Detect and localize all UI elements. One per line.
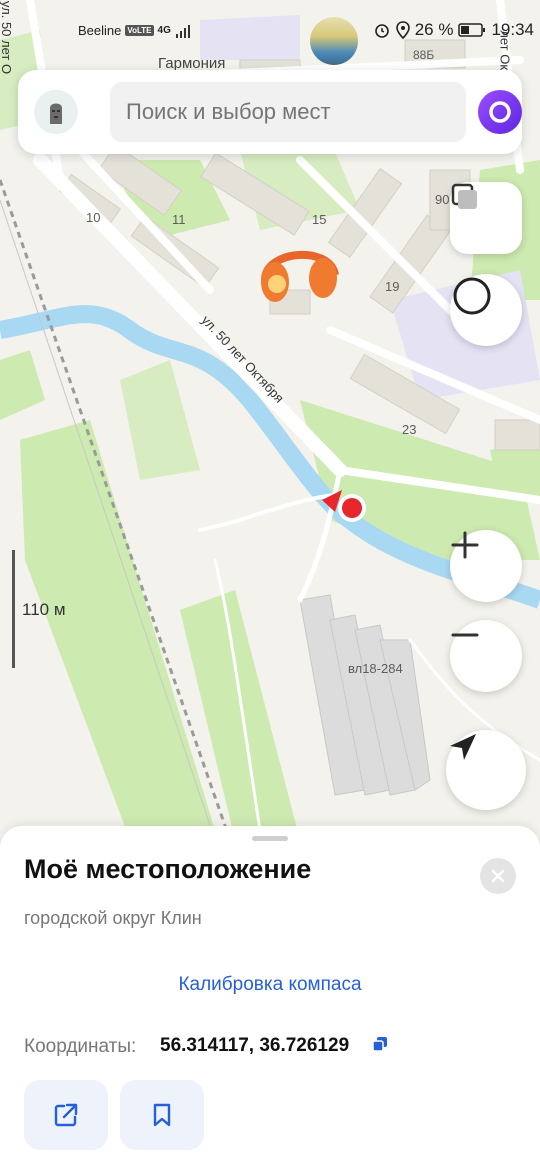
copy-icon xyxy=(372,1037,387,1052)
sheet-title: Моё местоположение xyxy=(24,854,312,884)
map-label-house-90: 90 xyxy=(435,192,450,207)
scale-bar xyxy=(12,550,15,668)
location-pin-icon xyxy=(395,21,410,39)
minus-icon xyxy=(451,633,479,637)
search-bar xyxy=(18,70,522,154)
alice-ring-icon xyxy=(453,277,491,315)
layers-icon xyxy=(451,183,477,209)
profile-avatar[interactable] xyxy=(34,90,78,134)
bookmark-icon xyxy=(153,1103,171,1127)
sheet-drag-handle[interactable] xyxy=(252,836,288,841)
scale-label: 110 м xyxy=(22,600,66,619)
location-sheet: Моё местоположение городской округ Клин … xyxy=(0,826,540,1170)
share-button[interactable] xyxy=(24,1080,108,1150)
bookmark-button[interactable] xyxy=(120,1080,204,1150)
carrier-label: Beeline xyxy=(78,23,122,38)
compass-calibration-link[interactable]: Калибровка компаса xyxy=(0,974,540,996)
alarm-icon xyxy=(374,24,389,38)
map-label-house-11: 11 xyxy=(172,212,186,227)
alice-icon xyxy=(489,101,511,123)
map-label-house-19: 19 xyxy=(385,279,400,294)
copy-button[interactable] xyxy=(372,1036,388,1057)
battery-percent: 26 % xyxy=(414,20,454,39)
battery-icon xyxy=(458,23,486,37)
signal-icon xyxy=(175,24,190,38)
network-type: 4G xyxy=(157,25,171,36)
coords-label: Координаты: xyxy=(24,1036,137,1057)
alice-button[interactable] xyxy=(478,90,522,134)
close-icon xyxy=(491,869,505,883)
sheet-subtitle: городской округ Клин xyxy=(24,908,202,928)
status-bar: Beeline VoLTE 4G 26 % 19:34 xyxy=(0,0,540,65)
coords-value[interactable]: 56.314117, 36.726129 xyxy=(160,1035,349,1057)
volte-badge: VoLTE xyxy=(125,25,154,36)
clock: 19:34 xyxy=(491,20,534,39)
layers-button[interactable] xyxy=(450,182,522,254)
close-button[interactable] xyxy=(480,858,516,894)
share-icon xyxy=(54,1103,78,1127)
map-label-garage: вл18-284 xyxy=(348,661,403,676)
plus-icon xyxy=(451,531,479,559)
map-label-house-15: 15 xyxy=(312,212,327,227)
navigation-arrow-icon xyxy=(450,734,476,760)
alice-map-button[interactable] xyxy=(450,274,522,346)
sticker-avatar xyxy=(310,17,358,65)
zoom-out-button[interactable] xyxy=(450,620,522,692)
zoom-in-button[interactable] xyxy=(450,530,522,602)
map-label-house-10: 10 xyxy=(86,210,101,225)
map-label-house-23: 23 xyxy=(402,422,417,437)
moai-avatar-icon xyxy=(50,103,62,124)
my-location-button[interactable] xyxy=(446,730,526,810)
search-input[interactable] xyxy=(110,82,466,142)
